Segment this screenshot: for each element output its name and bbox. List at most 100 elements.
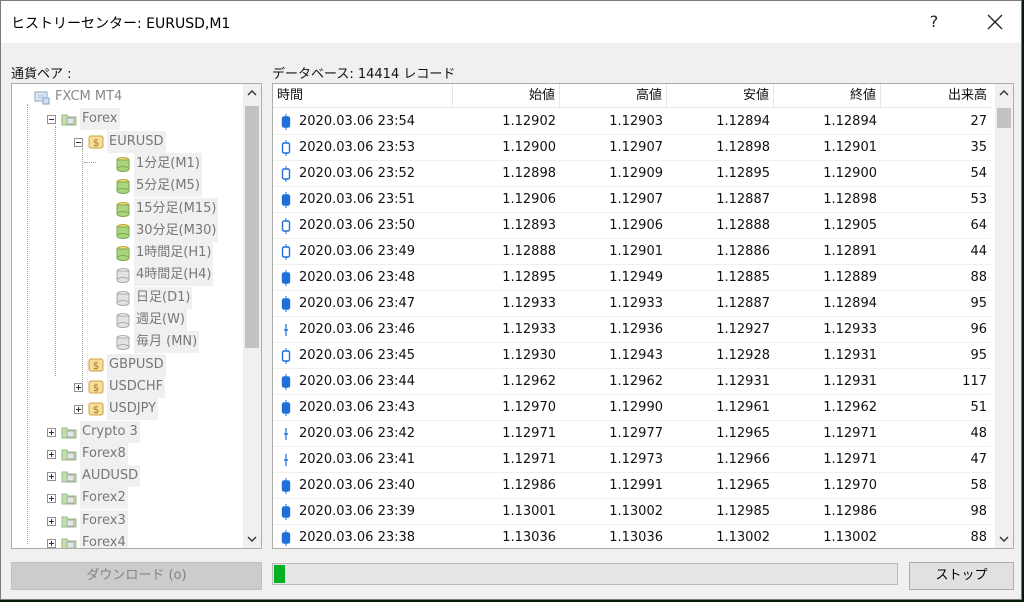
expand-icon[interactable]	[47, 539, 56, 548]
cell-time: 2020.03.06 23:54	[299, 114, 416, 129]
cell-time: 2020.03.06 23:51	[299, 192, 416, 207]
tree-node-timeframe[interactable]: 日足(D1)	[12, 286, 242, 309]
table-row[interactable]: 2020.03.06 23:40 1.12986 1.12991 1.12965 1.1…	[273, 473, 991, 499]
tree-node-group[interactable]: AUDUSD	[12, 465, 242, 488]
cell-low: 1.12894	[716, 114, 770, 129]
tree-node-pair[interactable]: $ USDCHF	[12, 375, 242, 398]
table-row[interactable]: 2020.03.06 23:50 1.12893 1.12906 1.12888 1.1…	[273, 213, 991, 239]
tree-node-timeframe[interactable]: 毎月 (MN)	[12, 331, 242, 354]
table-row[interactable]: 2020.03.06 23:54 1.12902 1.12903 1.12894 1.1…	[273, 109, 991, 135]
history-center-dialog: ヒストリーセンター: EURUSD,M1 ? 通貨ペア : データベース: 14…	[0, 0, 1022, 600]
cell-time: 2020.03.06 23:52	[299, 166, 416, 181]
cell-close: 1.12900	[823, 166, 877, 181]
database-label: データベース: 14414 レコード	[272, 67, 456, 82]
tree-node-label: FXCM MT4	[55, 89, 123, 104]
tree-node-pair[interactable]: $ GBPUSD	[12, 353, 242, 376]
cell-open: 1.12898	[502, 166, 556, 181]
candle-icon	[284, 454, 288, 466]
header-time[interactable]: 時間	[273, 84, 453, 108]
cell-volume: 98	[970, 504, 987, 519]
table-row[interactable]: 2020.03.06 23:53 1.12900 1.12907 1.12898 1.1…	[273, 135, 991, 161]
svg-text:$: $	[93, 138, 99, 149]
candle-icon	[281, 478, 291, 494]
table-row[interactable]: 2020.03.06 23:39 1.13001 1.13002 1.12985 1.1…	[273, 499, 991, 525]
scroll-up-icon[interactable]	[995, 84, 1013, 102]
tree-node-timeframe[interactable]: 5分足(M5)	[12, 175, 242, 198]
table-row[interactable]: 2020.03.06 23:45 1.12930 1.12943 1.12928 1.1…	[273, 343, 991, 369]
close-button[interactable]	[977, 7, 1013, 37]
table-row[interactable]: 2020.03.06 23:43 1.12970 1.12990 1.12961 1.1…	[273, 395, 991, 421]
table-scrollbar[interactable]	[995, 84, 1013, 548]
scroll-up-icon[interactable]	[243, 84, 261, 102]
scroll-down-icon[interactable]	[243, 530, 261, 548]
cell-open: 1.12933	[502, 296, 556, 311]
tree-scrollbar[interactable]	[243, 84, 261, 548]
tree-scroll-thumb[interactable]	[245, 106, 259, 348]
database-icon	[116, 335, 130, 351]
cell-high: 1.12907	[609, 192, 663, 207]
cell-time: 2020.03.06 23:42	[299, 426, 416, 441]
tree-node-group[interactable]: Forex8	[12, 442, 242, 465]
database-icon	[116, 290, 130, 306]
tree-node-timeframe[interactable]: 15分足(M15)	[12, 197, 242, 220]
cell-low: 1.13002	[716, 530, 770, 545]
tree-node-timeframe[interactable]: 1時間足(H1)	[12, 242, 242, 265]
download-button[interactable]: ダウンロード (o)	[11, 562, 262, 590]
table-row[interactable]: 2020.03.06 23:47 1.12933 1.12933 1.12887 1.1…	[273, 291, 991, 317]
cell-time: 2020.03.06 23:44	[299, 374, 416, 389]
cell-close: 1.12986	[823, 504, 877, 519]
stop-button[interactable]: ストップ	[909, 562, 1014, 590]
tree-node-timeframe[interactable]: 1分足(M1)	[12, 152, 242, 175]
table-scroll-thumb[interactable]	[997, 108, 1011, 128]
table-row[interactable]: 2020.03.06 23:38 1.13036 1.13036 1.13002 1.1…	[273, 525, 991, 548]
tree-node-timeframe[interactable]: 30分足(M30)	[12, 219, 242, 242]
tree-node-forex[interactable]: Forex	[12, 108, 242, 131]
expand-icon[interactable]	[74, 405, 83, 415]
table-row[interactable]: 2020.03.06 23:44 1.12962 1.12962 1.12931 1.1…	[273, 369, 991, 395]
expand-icon[interactable]	[47, 494, 56, 504]
tree-connector-line	[84, 162, 96, 163]
database-icon	[116, 223, 130, 239]
cell-high: 1.12943	[609, 348, 663, 363]
tree-node-group[interactable]: Forex2	[12, 487, 242, 510]
tree-node-pair[interactable]: $ USDJPY	[12, 398, 242, 421]
tree-node-eurusd[interactable]: $ EURUSD	[12, 130, 242, 153]
header-low[interactable]: 安値	[667, 84, 774, 108]
header-high[interactable]: 高値	[560, 84, 667, 108]
table-row[interactable]: 2020.03.06 23:48 1.12895 1.12949 1.12885 1.1…	[273, 265, 991, 291]
table-row[interactable]: 2020.03.06 23:41 1.12971 1.12973 1.12966 1.1…	[273, 447, 991, 473]
table-row[interactable]: 2020.03.06 23:52 1.12898 1.12909 1.12895 1.1…	[273, 161, 991, 187]
help-button[interactable]: ?	[919, 9, 949, 35]
cell-time: 2020.03.06 23:40	[299, 478, 416, 493]
table-row[interactable]: 2020.03.06 23:51 1.12906 1.12907 1.12887 1.1…	[273, 187, 991, 213]
collapse-icon[interactable]	[47, 115, 56, 125]
collapse-icon[interactable]	[74, 137, 83, 147]
tree-node-group[interactable]: Forex4	[12, 532, 242, 548]
symbol-tree[interactable]: FXCM MT4 Forex $ EURUSD 1分足(M1) 5分足(M5) 15分足(M…	[11, 83, 262, 549]
tree-node-group[interactable]: Forex3	[12, 509, 242, 532]
scroll-down-icon[interactable]	[995, 530, 1013, 548]
expand-icon[interactable]	[47, 427, 56, 437]
tree-node-timeframe[interactable]: 4時間足(H4)	[12, 264, 242, 287]
close-icon	[987, 14, 1003, 30]
tree-node-label: 1分足(M1)	[134, 152, 202, 175]
header-volume[interactable]: 出来高	[881, 84, 991, 108]
table-row[interactable]: 2020.03.06 23:46 1.12933 1.12936 1.12927 1.1…	[273, 317, 991, 343]
database-icon	[116, 246, 130, 262]
expand-icon[interactable]	[47, 516, 56, 526]
tree-node-root[interactable]: FXCM MT4	[12, 86, 242, 108]
table-row[interactable]: 2020.03.06 23:42 1.12971 1.12977 1.12965 1.1…	[273, 421, 991, 447]
table-row[interactable]: 2020.03.06 23:49 1.12888 1.12901 1.12886 1.1…	[273, 239, 991, 265]
cell-low: 1.12895	[716, 166, 770, 181]
tree-node-label: 1時間足(H1)	[134, 242, 214, 265]
header-open[interactable]: 始値	[453, 84, 560, 108]
expand-icon[interactable]	[47, 449, 56, 459]
candle-icon	[281, 166, 291, 182]
tree-node-timeframe[interactable]: 週足(W)	[12, 309, 242, 331]
cell-low: 1.12887	[716, 192, 770, 207]
header-close[interactable]: 終値	[774, 84, 881, 108]
cell-volume: 88	[970, 530, 987, 545]
expand-icon[interactable]	[47, 472, 56, 482]
history-table[interactable]: 時間 始値 高値 安値 終値 出来高 2020.03.06 23:54 1.129…	[272, 83, 1014, 549]
tree-node-group[interactable]: Crypto 3	[12, 420, 242, 443]
